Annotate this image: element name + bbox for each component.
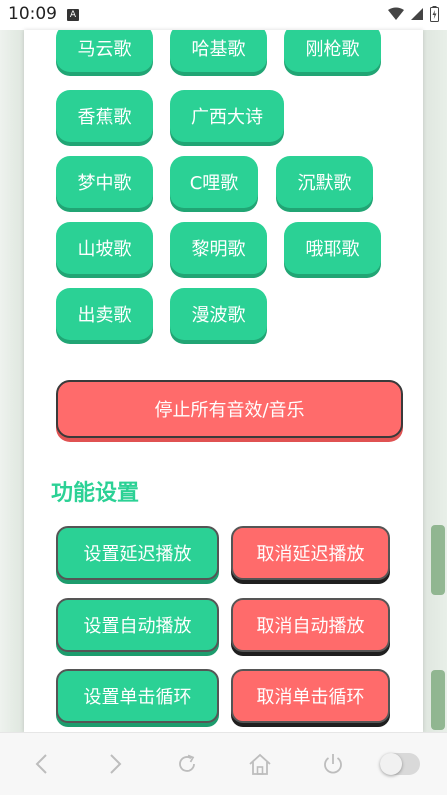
song-button[interactable]: 山坡歌 [56,222,153,274]
battery-icon [430,6,439,22]
settings-title: 功能设置 [51,481,140,506]
background-left [0,30,24,732]
song-button[interactable]: 马云歌 [56,30,153,72]
song-button[interactable]: 刚枪歌 [284,30,381,72]
song-button[interactable]: 广西大诗 [170,90,284,142]
reload-button[interactable] [172,749,202,779]
song-button[interactable]: 梦中歌 [56,156,153,208]
song-button[interactable]: 黎明歌 [170,222,267,274]
forward-button[interactable] [100,749,130,779]
song-button[interactable]: C哩歌 [170,156,258,208]
cancel-click-loop-button[interactable]: 取消单击循环 [231,669,390,723]
status-time: 10:09 [8,4,57,24]
stop-all-button[interactable]: 停止所有音效/音乐 [56,380,403,438]
bottom-nav-bar [0,732,447,795]
song-button[interactable]: 沉默歌 [276,156,373,208]
toggle-switch[interactable] [380,753,420,775]
song-button[interactable]: 哈基歌 [170,30,267,72]
song-button[interactable]: 出卖歌 [56,288,153,340]
song-button[interactable]: 漫波歌 [170,288,267,340]
status-icons [388,6,439,22]
power-button[interactable] [318,749,348,779]
reload-icon [179,754,195,772]
notification-icon: A [67,9,79,21]
back-icon [35,754,47,774]
back-button[interactable] [27,749,57,779]
wifi-icon [388,7,404,20]
set-delay-play-button[interactable]: 设置延迟播放 [56,526,219,580]
set-click-loop-button[interactable]: 设置单击循环 [56,669,219,723]
home-button[interactable] [245,749,275,779]
background-right [423,30,447,732]
power-icon [324,754,342,774]
song-button[interactable]: 哦耶歌 [284,222,381,274]
set-auto-play-button[interactable]: 设置自动播放 [56,598,219,652]
cancel-delay-play-button[interactable]: 取消延迟播放 [231,526,390,580]
background-decoration [431,525,445,595]
main-panel: 马云歌 哈基歌 刚枪歌 香蕉歌 广西大诗 梦中歌 C哩歌 沉默歌 山坡歌 黎明歌… [24,30,423,732]
forward-icon [110,754,122,774]
status-bar: 10:09 A [0,0,447,30]
background-decoration [431,670,445,730]
home-icon [249,753,271,775]
signal-icon [411,8,423,20]
song-button[interactable]: 香蕉歌 [56,90,153,142]
toggle-knob [380,753,402,775]
cancel-auto-play-button[interactable]: 取消自动播放 [231,598,390,652]
